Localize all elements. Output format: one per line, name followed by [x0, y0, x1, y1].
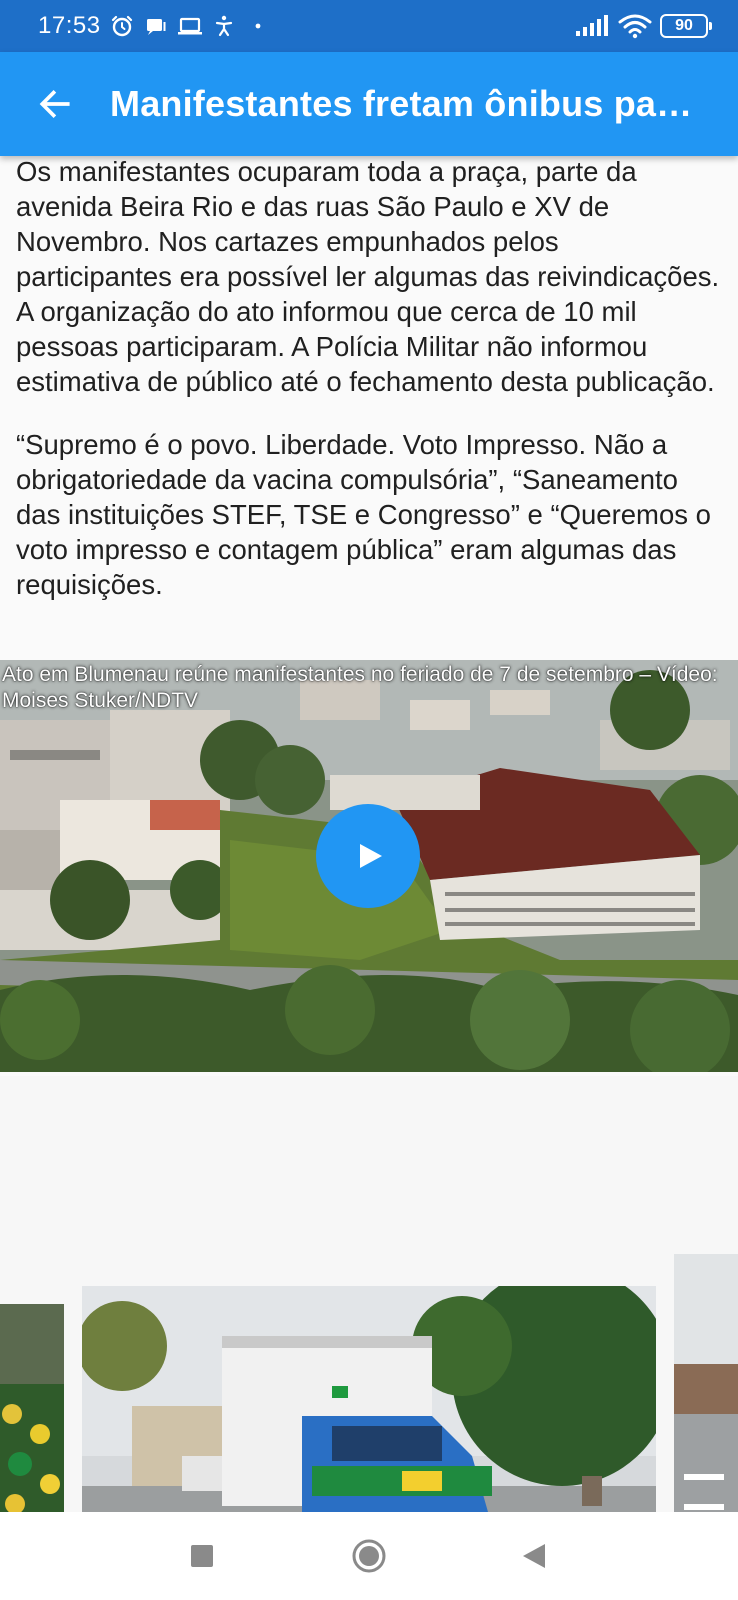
street-photo[interactable] [674, 1254, 738, 1512]
truck-photo-image [82, 1286, 656, 1512]
back-button[interactable] [0, 52, 110, 156]
arrow-back-icon [38, 87, 72, 121]
image-carousel[interactable] [0, 1076, 738, 1512]
alarm-icon [109, 13, 135, 39]
truck-photo[interactable] [82, 1286, 656, 1512]
status-right: 90 [574, 13, 712, 39]
app-bar: Manifestantes fretam ônibus pa… [0, 52, 738, 156]
home-button[interactable] [325, 1512, 413, 1600]
accessibility-icon [211, 13, 237, 39]
dot-icon [245, 13, 271, 39]
home-circle-icon [351, 1538, 387, 1574]
video-player[interactable]: Ato em Blumenau reúne manifestantes no f… [0, 660, 738, 1072]
wifi-icon [618, 13, 652, 39]
street-photo-image [674, 1254, 738, 1512]
signal-icon [574, 13, 610, 39]
article-content[interactable]: Os manifestantes ocuparam toda a praça, … [0, 156, 738, 1512]
play-button[interactable] [316, 804, 420, 908]
battery-icon: 90 [660, 14, 712, 38]
crowd-photo-image [0, 1304, 64, 1512]
status-bar: 17:53 90 [0, 0, 738, 52]
video-caption: Ato em Blumenau reúne manifestantes no f… [2, 663, 718, 712]
back-triangle-icon [521, 1542, 547, 1570]
recents-button[interactable] [158, 1512, 246, 1600]
back-nav-button[interactable] [490, 1512, 578, 1600]
recents-square-icon [190, 1544, 214, 1568]
status-left: 17:53 [38, 12, 271, 40]
play-icon [358, 842, 384, 870]
crowd-photo[interactable] [0, 1304, 64, 1512]
article-paragraph: “Supremo é o povo. Liberdade. Voto Impre… [16, 429, 711, 600]
article-paragraph: Os manifestantes ocuparam toda a praça, … [16, 156, 720, 397]
laptop-icon [177, 13, 203, 39]
system-nav-bar [0, 1512, 738, 1600]
status-time: 17:53 [38, 12, 101, 39]
page-title: Manifestantes fretam ônibus pa… [110, 83, 693, 124]
message-icon [143, 13, 169, 39]
